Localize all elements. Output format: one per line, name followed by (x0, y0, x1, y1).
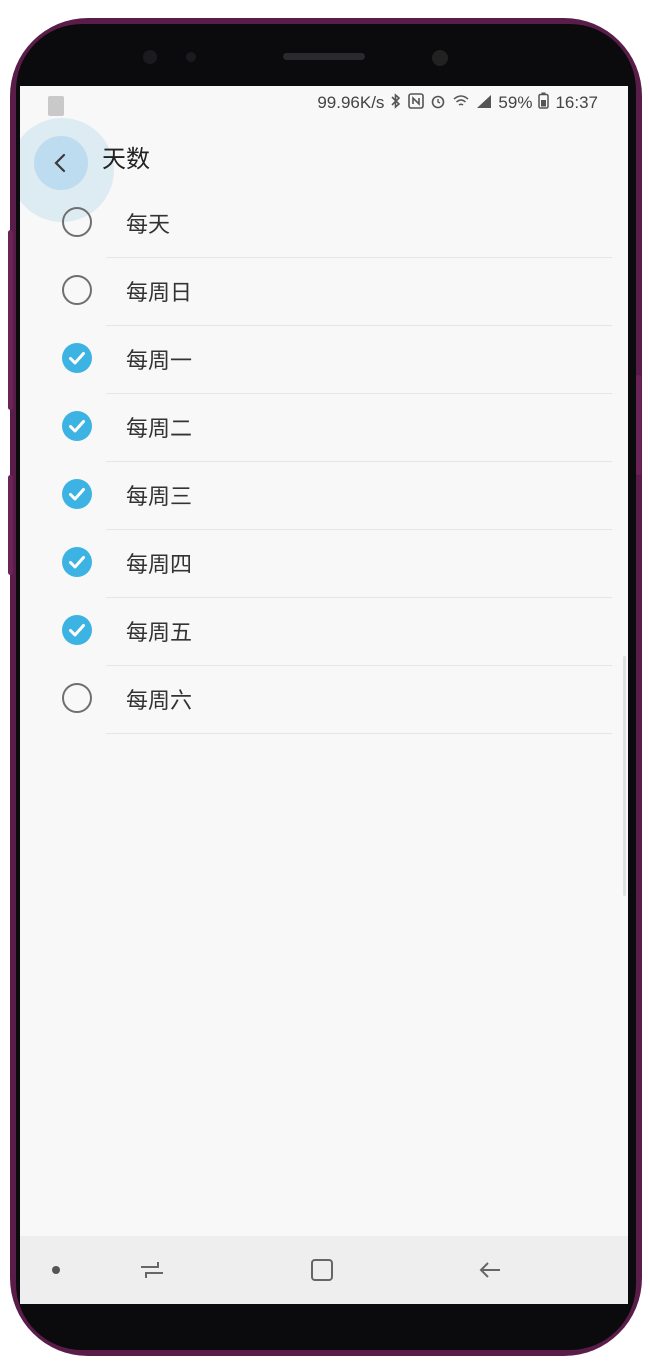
check-indicator[interactable] (62, 411, 92, 441)
day-label: 每周日 (126, 281, 193, 306)
home-button[interactable] (306, 1254, 338, 1286)
check-indicator[interactable] (62, 547, 92, 577)
page-title: 天数 (102, 145, 150, 173)
divider (106, 733, 612, 734)
check-icon (69, 556, 85, 569)
check-indicator[interactable] (62, 479, 92, 509)
day-item[interactable]: 每周一 (20, 326, 628, 394)
day-label: 每周六 (126, 689, 193, 714)
power-button (636, 375, 641, 475)
status-bar: 99.96K/s 59% 16:37 (20, 86, 628, 122)
bixby-button (8, 475, 13, 575)
day-item[interactable]: 每周三 (20, 462, 628, 530)
network-speed: 99.96K/s (317, 92, 385, 112)
scroll-indicator (623, 656, 626, 896)
nfc-icon (408, 92, 425, 113)
check-indicator[interactable] (62, 275, 92, 305)
status-icons: 99.96K/s 59% 16:37 (317, 92, 598, 113)
wifi-icon (452, 93, 470, 113)
recents-icon (141, 1262, 163, 1278)
day-item[interactable]: 每周五 (20, 598, 628, 666)
dot-icon (52, 1266, 60, 1274)
battery-icon (538, 92, 550, 113)
home-icon (311, 1259, 333, 1281)
nav-back-button[interactable] (474, 1254, 506, 1286)
check-icon (69, 488, 85, 501)
day-list: 每天 每周日 每周一 每周二 每周三 每周四 每周五 每周六 (20, 190, 628, 734)
check-icon (69, 352, 85, 365)
notification-icon (48, 96, 64, 116)
check-indicator[interactable] (62, 207, 92, 237)
recents-button[interactable] (136, 1254, 168, 1286)
volume-button (8, 230, 13, 410)
back-button[interactable] (34, 136, 88, 190)
check-icon (69, 624, 85, 637)
day-label: 每周三 (126, 485, 193, 510)
bluetooth-icon (390, 92, 402, 113)
sensor-icon (186, 52, 196, 62)
battery-level: 59% (498, 92, 533, 112)
signal-icon (476, 93, 492, 113)
app-bar: 天数 (20, 118, 628, 222)
front-camera-icon (432, 50, 448, 66)
chevron-left-icon (54, 153, 66, 173)
day-item[interactable]: 每周二 (20, 394, 628, 462)
back-icon (479, 1262, 500, 1278)
day-label: 每周四 (126, 553, 193, 578)
day-item[interactable]: 每周四 (20, 530, 628, 598)
navigation-bar (20, 1236, 628, 1304)
day-label: 每周五 (126, 621, 193, 646)
check-indicator[interactable] (62, 343, 92, 373)
day-label: 每周二 (126, 417, 193, 442)
check-indicator[interactable] (62, 615, 92, 645)
sensor-icon (143, 50, 157, 64)
day-label: 每周一 (126, 349, 193, 374)
day-item[interactable]: 每天 (20, 190, 628, 258)
check-indicator[interactable] (62, 683, 92, 713)
check-icon (69, 420, 85, 433)
earpiece-speaker (283, 53, 365, 60)
day-label: 每天 (126, 213, 171, 238)
alarm-icon (430, 93, 446, 113)
clock: 16:37 (555, 92, 598, 112)
screen: 99.96K/s 59% 16:37 天数 每天 每周日 每周一 每周二 每周三… (20, 86, 628, 1304)
day-item[interactable]: 每周日 (20, 258, 628, 326)
day-item[interactable]: 每周六 (20, 666, 628, 734)
